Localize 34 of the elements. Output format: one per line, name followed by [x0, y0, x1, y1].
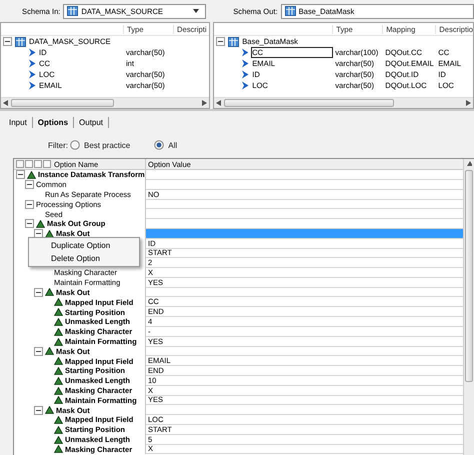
scroll-right-arrow-icon[interactable]	[202, 100, 208, 106]
scroll-left-arrow-icon[interactable]	[3, 100, 8, 106]
table-icon	[15, 36, 26, 46]
collapse-icon[interactable]	[16, 170, 25, 180]
collapse-icon[interactable]	[34, 406, 43, 415]
collapse-icon[interactable]	[34, 229, 43, 238]
collapse-icon[interactable]	[25, 219, 34, 228]
table-icon	[228, 36, 240, 46]
value-cell[interactable]	[146, 228, 463, 239]
collapse-icon[interactable]	[34, 346, 43, 356]
vertical-scrollbar[interactable]	[463, 159, 474, 455]
filter-label: Filter:	[48, 140, 68, 150]
collapse-icon[interactable]	[25, 200, 34, 209]
menu-item[interactable]: Duplicate Option	[29, 239, 139, 252]
dropdown-caret-icon[interactable]	[193, 9, 200, 13]
menu-item[interactable]: Delete Option	[29, 252, 139, 265]
table-icon	[284, 6, 296, 16]
table-icon	[67, 6, 78, 16]
radio-label[interactable]: Best practice	[84, 140, 130, 150]
scroll-up-arrow-icon[interactable]	[466, 161, 472, 167]
horizontal-scrollbar[interactable]	[214, 97, 473, 108]
collapse-icon[interactable]	[216, 37, 226, 46]
tab[interactable]: Options	[32, 116, 74, 128]
scroll-left-arrow-icon[interactable]	[216, 100, 222, 106]
tab[interactable]: Input	[4, 116, 33, 128]
horizontal-scrollbar[interactable]	[1, 97, 210, 108]
radio-button[interactable]	[154, 140, 164, 150]
tab[interactable]: Output	[74, 116, 110, 128]
collapse-icon[interactable]	[34, 288, 43, 297]
radio-label[interactable]: All	[168, 140, 178, 150]
radio-button[interactable]	[70, 140, 80, 150]
scroll-right-arrow-icon[interactable]	[466, 100, 471, 106]
collapse-icon[interactable]	[25, 180, 34, 190]
collapse-icon[interactable]	[3, 37, 12, 46]
